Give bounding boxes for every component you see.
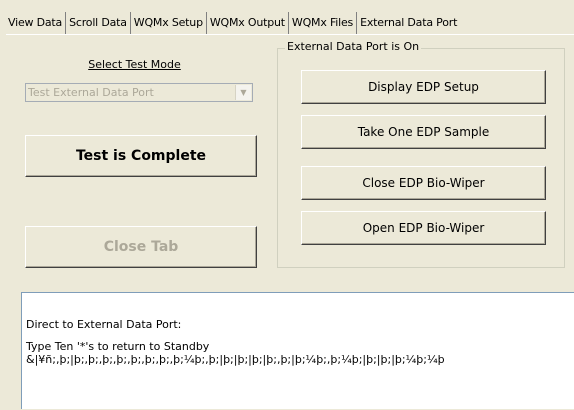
chevron-down-icon[interactable]: ▼ <box>235 85 251 100</box>
tab-view-data[interactable]: View Data <box>6 12 65 34</box>
open-edp-bio-wiper-button[interactable]: Open EDP Bio-Wiper <box>301 211 546 245</box>
tab-wqmx-output[interactable]: WQMx Output <box>205 12 288 34</box>
tab-scroll-data[interactable]: Scroll Data <box>65 12 130 34</box>
tab-strip: View Data Scroll Data WQMx Setup WQMx Ou… <box>6 12 574 34</box>
tab-wqmx-setup[interactable]: WQMx Setup <box>129 12 206 34</box>
test-mode-select[interactable]: Test External Data Port ▼ <box>25 83 253 102</box>
take-one-edp-sample-button[interactable]: Take One EDP Sample <box>301 115 546 149</box>
test-mode-selected-value: Test External Data Port <box>28 86 154 99</box>
console-line-1: Direct to External Data Port: <box>26 318 182 331</box>
console-line-3: &|¥ñ;,þ;|þ;,þ;,þ;,þ;,þ;,þ;,þ;,þ;¼þ;,þ;|þ… <box>26 353 445 366</box>
console-line-2: Type Ten '*'s to return to Standby <box>26 340 210 353</box>
tab-external-data-port[interactable]: External Data Port <box>356 12 461 34</box>
console-output[interactable]: Direct to External Data Port: Type Ten '*… <box>21 292 574 409</box>
tab-wqmx-files[interactable]: WQMx Files <box>287 12 356 34</box>
console-spacer <box>26 331 574 340</box>
display-edp-setup-button[interactable]: Display EDP Setup <box>301 70 546 104</box>
test-status-button[interactable]: Test is Complete <box>25 135 257 177</box>
close-edp-bio-wiper-button[interactable]: Close EDP Bio-Wiper <box>301 166 546 200</box>
edp-group-title: External Data Port is On <box>285 40 422 53</box>
select-test-mode-label: Select Test Mode <box>88 58 181 71</box>
close-tab-button[interactable]: Close Tab <box>25 226 257 268</box>
